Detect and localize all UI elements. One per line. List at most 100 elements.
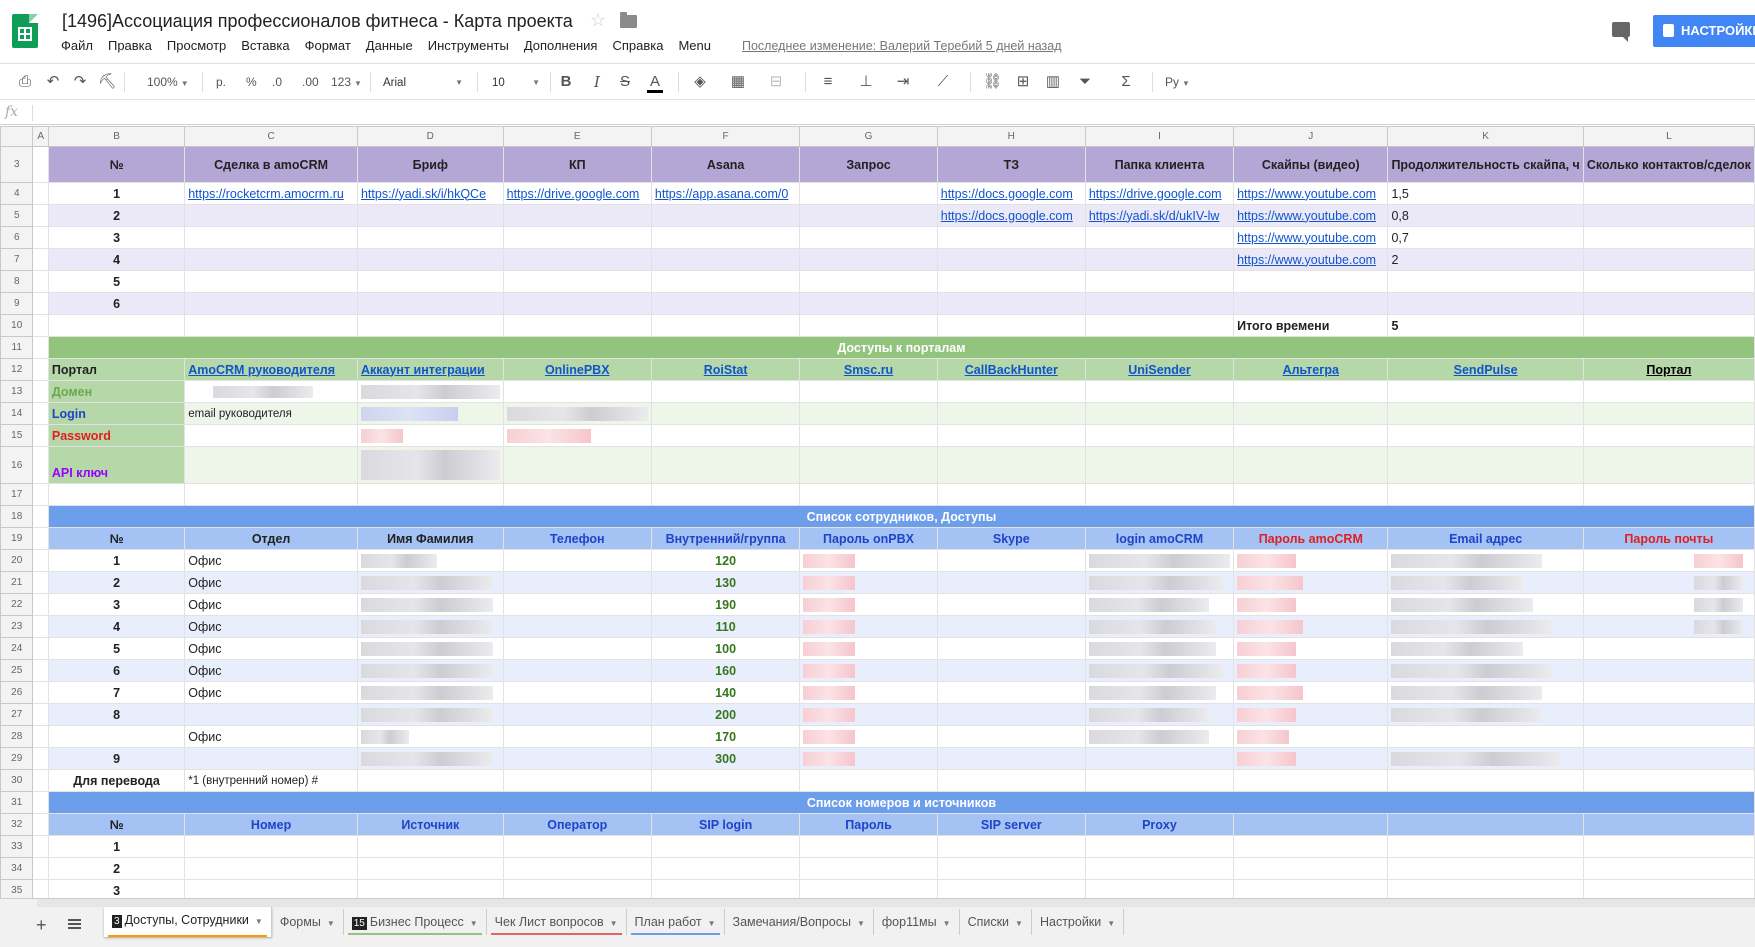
table-cell[interactable]: 2 — [47, 571, 186, 594]
row-header[interactable]: 34 — [0, 857, 34, 880]
table-cell[interactable]: Офис — [184, 615, 358, 638]
table-cell[interactable]: Офис — [184, 725, 358, 748]
table-cell[interactable]: 120 — [650, 549, 801, 572]
select-all-corner[interactable] — [0, 126, 34, 147]
link-cell[interactable]: https://app.asana.com/0 — [650, 182, 801, 205]
menu-format[interactable]: Формат — [305, 38, 351, 53]
table-cell[interactable]: 200 — [650, 703, 801, 726]
table-cell[interactable]: 1 — [47, 182, 186, 205]
header-cell[interactable]: Email адрес — [1387, 527, 1584, 550]
header-cell[interactable]: Отдел — [184, 527, 358, 550]
link-cell[interactable]: https://www.youtube.com — [1233, 182, 1389, 205]
domain-label[interactable]: Домен — [47, 380, 186, 403]
comments-icon[interactable] — [1612, 22, 1630, 42]
table-cell[interactable]: Офис — [184, 571, 358, 594]
table-cell[interactable] — [184, 703, 358, 726]
transfer-value[interactable]: *1 (внутренний номер) # — [184, 769, 358, 792]
table-cell[interactable]: Офис — [184, 637, 358, 660]
column-header[interactable]: I — [1084, 126, 1235, 147]
portal-name[interactable]: Альтегра — [1233, 358, 1389, 381]
table-cell[interactable]: 1 — [47, 549, 186, 572]
row-header[interactable]: 16 — [0, 446, 34, 484]
currency-format-button[interactable]: р. — [216, 72, 226, 92]
link-cell[interactable]: https://www.youtube.com — [1233, 226, 1389, 249]
row-header[interactable]: 19 — [0, 527, 34, 550]
column-header[interactable]: B — [47, 126, 186, 147]
table-cell[interactable]: 2 — [47, 857, 186, 880]
row-header[interactable]: 26 — [0, 681, 34, 704]
row-header[interactable]: 27 — [0, 703, 34, 726]
input-tools-select[interactable]: Ру ▼ — [1165, 72, 1190, 92]
table-cell[interactable]: 2 — [47, 204, 186, 227]
table-cell[interactable]: 6 — [47, 292, 186, 315]
column-header[interactable]: K — [1387, 126, 1584, 147]
header-cell[interactable]: Asana — [650, 146, 801, 183]
api-key-label[interactable]: API ключ — [47, 446, 186, 484]
row-header[interactable]: 32 — [0, 813, 34, 836]
italic-icon[interactable]: I — [589, 74, 605, 90]
font-size-select[interactable]: 10 ▼ — [492, 72, 540, 94]
login-label[interactable]: Login — [47, 402, 186, 425]
table-cell[interactable]: 5 — [47, 270, 186, 293]
table-cell[interactable]: 300 — [650, 747, 801, 770]
row-header[interactable]: 15 — [0, 424, 34, 447]
table-cell[interactable]: Офис — [184, 549, 358, 572]
transfer-label[interactable]: Для перевода — [47, 769, 186, 792]
document-title[interactable]: [1496]Ассоциация профессионалов фитнеса … — [62, 11, 573, 32]
row-header[interactable]: 29 — [0, 747, 34, 770]
redo-icon[interactable]: ↷ — [72, 74, 88, 90]
link-cell[interactable]: https://yadi.sk/d/ukIV-lw — [1084, 204, 1235, 227]
sheet-tab[interactable]: фор11мы ▼ — [874, 909, 960, 935]
link-cell[interactable]: https://www.youtube.com — [1233, 248, 1389, 271]
portal-name[interactable]: Аккаунт интеграции — [356, 358, 504, 381]
header-cell[interactable]: Proxy — [1084, 813, 1235, 836]
row-header[interactable]: 6 — [0, 226, 34, 249]
header-cell[interactable]: Пароль amoCRM — [1233, 527, 1389, 550]
table-cell[interactable]: 190 — [650, 593, 801, 616]
menu-insert[interactable]: Вставка — [241, 38, 289, 53]
portal-name[interactable]: Smsc.ru — [799, 358, 938, 381]
menu-custom[interactable]: Menu — [678, 38, 711, 53]
menu-data[interactable]: Данные — [366, 38, 413, 53]
password-label[interactable]: Password — [47, 424, 186, 447]
header-cell[interactable]: Skype — [936, 527, 1086, 550]
functions-icon[interactable]: Σ — [1118, 74, 1134, 90]
horizontal-scrollbar[interactable] — [37, 899, 1755, 907]
portal-name[interactable]: RoiStat — [650, 358, 801, 381]
undo-icon[interactable]: ↶ — [45, 74, 61, 90]
link-cell[interactable]: https://rocketcrm.amocrm.ru — [184, 182, 358, 205]
header-cell[interactable]: Оператор — [502, 813, 652, 836]
total-label[interactable]: Итого времени — [1233, 314, 1389, 337]
total-value[interactable]: 5 — [1387, 314, 1584, 337]
column-header[interactable]: G — [799, 126, 938, 147]
table-cell[interactable]: 7 — [47, 681, 186, 704]
table-cell[interactable]: 0,7 — [1387, 226, 1584, 249]
row-header[interactable]: 12 — [0, 358, 34, 381]
row-header[interactable]: 18 — [0, 505, 34, 528]
row-header[interactable]: 11 — [0, 336, 34, 359]
sheet-tab[interactable]: Настройки ▼ — [1032, 909, 1125, 935]
row-header[interactable]: 13 — [0, 380, 34, 403]
row-header[interactable]: 25 — [0, 659, 34, 682]
table-cell[interactable]: 140 — [650, 681, 801, 704]
menu-edit[interactable]: Правка — [108, 38, 152, 53]
table-cell[interactable]: 170 — [650, 725, 801, 748]
table-cell[interactable]: 8 — [47, 703, 186, 726]
row-header[interactable]: 3 — [0, 146, 34, 183]
all-sheets-icon[interactable] — [68, 919, 81, 929]
insert-link-icon[interactable]: ⛓ — [983, 74, 1002, 90]
row-header[interactable]: 17 — [0, 483, 34, 506]
portal-name[interactable]: SendPulse — [1387, 358, 1584, 381]
row-header[interactable]: 5 — [0, 204, 34, 227]
column-header[interactable]: F — [650, 126, 801, 147]
sheet-tab[interactable]: Чек Лист вопросов ▼ — [487, 909, 627, 935]
text-color-icon[interactable]: A — [647, 74, 663, 93]
text-rotation-icon[interactable]: ⟋ — [935, 74, 951, 90]
row-header[interactable]: 24 — [0, 637, 34, 660]
last-edit-link[interactable]: Последнее изменение: Валерий Теребий 5 д… — [742, 39, 1062, 53]
header-cell[interactable]: Продолжительность скайпа, ч — [1387, 146, 1584, 183]
table-cell[interactable]: 110 — [650, 615, 801, 638]
header-cell[interactable]: Сколько контактов/сделок — [1582, 146, 1755, 183]
table-cell[interactable]: Офис — [184, 659, 358, 682]
header-cell[interactable]: № — [47, 813, 186, 836]
